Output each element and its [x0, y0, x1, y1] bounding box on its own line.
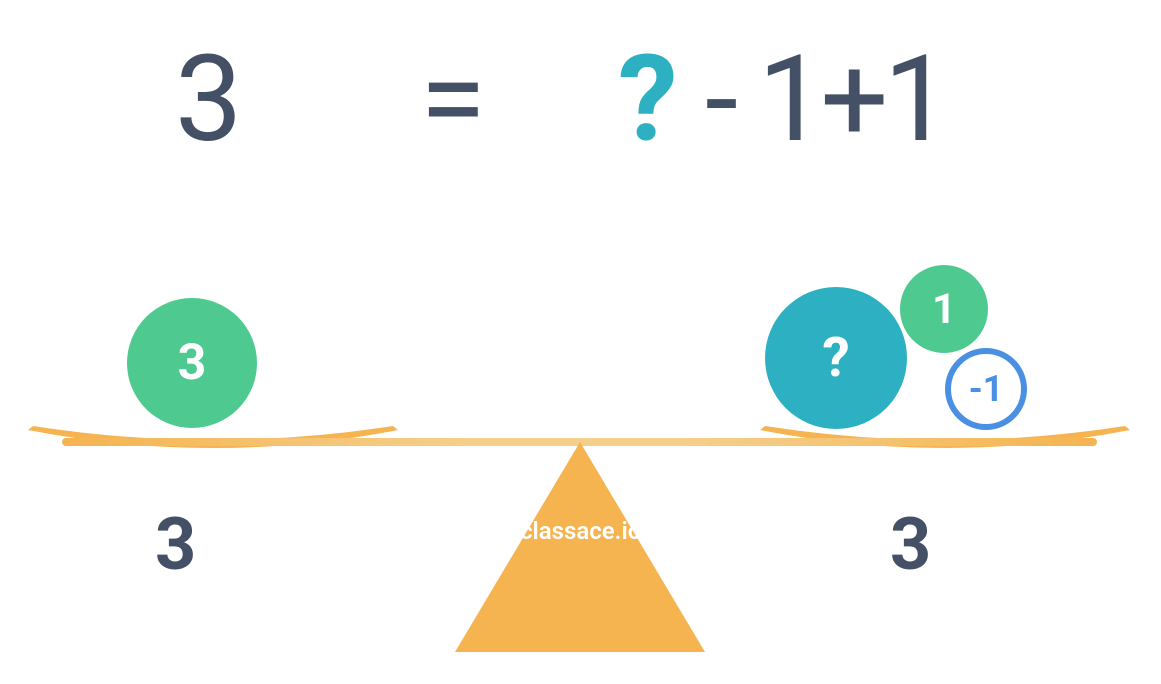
- watermark-text: classace.io: [520, 517, 641, 545]
- right-pan-plus-ball: 1: [900, 265, 988, 353]
- left-weight-label: 3: [155, 502, 196, 587]
- equals-sign: =: [420, 30, 486, 170]
- right-pan-minus-value: -1: [969, 368, 1004, 410]
- equation-unknown: ?: [618, 30, 678, 170]
- right-weight-label: 3: [890, 502, 931, 587]
- equation-right-expression: - 1+1: [705, 30, 946, 170]
- right-pan-unknown-ball: ?: [765, 287, 907, 429]
- right-pan-minus-ball: -1: [945, 348, 1027, 430]
- balance-scale: 3 ? 1 -1 3 3: [0, 270, 1161, 670]
- balance-fulcrum: [455, 442, 705, 652]
- left-pan-ball-value: 3: [178, 334, 207, 392]
- right-pan-plus-value: 1: [932, 285, 956, 334]
- right-pan-unknown-value: ?: [822, 326, 849, 390]
- equation-left-value: 3: [175, 30, 242, 170]
- left-pan-ball: 3: [127, 298, 257, 428]
- fulcrum-triangle-icon: [455, 442, 705, 652]
